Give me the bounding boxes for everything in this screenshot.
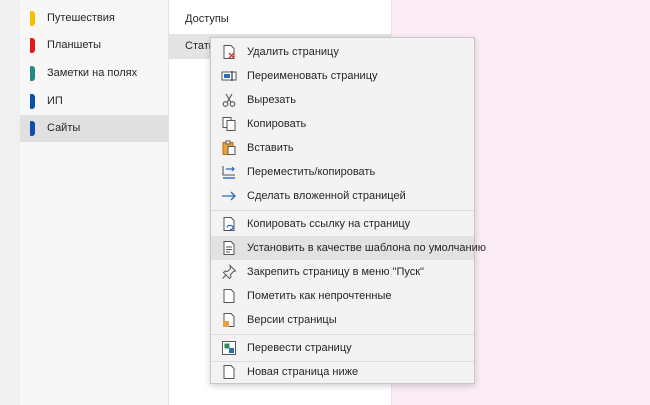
section-label: Заметки на полях (47, 67, 138, 79)
menu-item-cut[interactable]: Вырезать (211, 88, 474, 112)
menu-item-new-page-below[interactable]: Новая страница ниже (211, 360, 474, 384)
menu-item-label: Вырезать (247, 94, 296, 106)
section-item-margin-notes[interactable]: Заметки на полях (20, 60, 168, 87)
menu-item-page-versions[interactable]: Версии страницы (211, 308, 474, 332)
section-color-tab (30, 94, 35, 109)
left-strip (0, 0, 20, 405)
page-link-icon (223, 217, 235, 231)
delete-page-icon (223, 45, 235, 59)
menu-item-pin-to-start[interactable]: Закрепить страницу в меню "Пуск" (211, 260, 474, 284)
rename-page-icon (221, 71, 237, 81)
menu-item-label: Закрепить страницу в меню "Пуск" (247, 266, 424, 278)
page-versions-icon (223, 313, 235, 327)
arrow-right-icon (222, 191, 236, 201)
pin-icon (222, 264, 237, 280)
section-item-travel[interactable]: Путешествия (20, 5, 168, 32)
menu-item-copy-page-link[interactable]: Копировать ссылку на страницу (211, 212, 474, 236)
menu-item-make-subpage[interactable]: Сделать вложенной страницей (211, 184, 474, 208)
move-copy-icon (222, 166, 235, 179)
section-color-tab (30, 66, 35, 81)
menu-item-label: Вставить (247, 142, 294, 154)
copy-icon (222, 117, 236, 131)
page-context-menu: Удалить страницу Переименовать страницу … (210, 37, 486, 384)
page-label: Доступы (185, 13, 229, 25)
menu-item-label: Новая страница ниже (247, 366, 359, 378)
menu-item-label: Пометить как непрочтенные (247, 290, 392, 302)
menu-item-rename-page[interactable]: Переименовать страницу (211, 64, 474, 88)
menu-item-label: Перевести страницу (247, 342, 352, 354)
menu-item-label: Копировать (247, 118, 307, 130)
section-label: ИП (47, 95, 63, 107)
section-item-ip[interactable]: ИП (20, 88, 168, 115)
translate-icon (222, 341, 236, 355)
section-label: Путешествия (47, 12, 115, 24)
menu-item-label: Копировать ссылку на страницу (247, 218, 411, 230)
menu-separator (211, 210, 474, 211)
menu-item-paste[interactable]: Вставить (211, 136, 474, 160)
section-label: Планшеты (47, 39, 102, 51)
menu-item-move-copy[interactable]: Переместить/копировать (211, 160, 474, 184)
menu-item-label: Переименовать страницу (247, 70, 378, 82)
page-item-access[interactable]: Доступы (169, 7, 391, 32)
menu-item-label: Версии страницы (247, 314, 337, 326)
section-color-tab (30, 38, 35, 53)
paste-icon (222, 140, 236, 155)
section-color-tab (30, 11, 35, 26)
section-item-tablets[interactable]: Планшеты (20, 32, 168, 59)
menu-item-translate-page[interactable]: Перевести страницу (211, 336, 474, 360)
new-page-icon (223, 365, 235, 379)
menu-item-delete-page[interactable]: Удалить страницу (211, 40, 474, 64)
menu-item-label: Сделать вложенной страницей (247, 190, 406, 202)
scissors-icon (222, 93, 236, 107)
menu-item-label: Установить в качестве шаблона по умолчан… (247, 242, 486, 254)
section-item-sites[interactable]: Сайты (20, 115, 168, 142)
menu-item-copy[interactable]: Копировать (211, 112, 474, 136)
menu-separator (211, 334, 474, 335)
mark-unread-icon (223, 289, 235, 303)
section-label: Сайты (47, 122, 81, 134)
template-icon (223, 241, 235, 255)
menu-item-label: Переместить/копировать (247, 166, 376, 178)
section-color-tab (30, 121, 35, 136)
menu-item-label: Удалить страницу (247, 46, 339, 58)
menu-item-mark-unread[interactable]: Пометить как непрочтенные (211, 284, 474, 308)
menu-item-set-default-template[interactable]: Установить в качестве шаблона по умолчан… (211, 236, 486, 260)
sections-pane: Путешествия Планшеты Заметки на полях ИП… (20, 0, 169, 405)
